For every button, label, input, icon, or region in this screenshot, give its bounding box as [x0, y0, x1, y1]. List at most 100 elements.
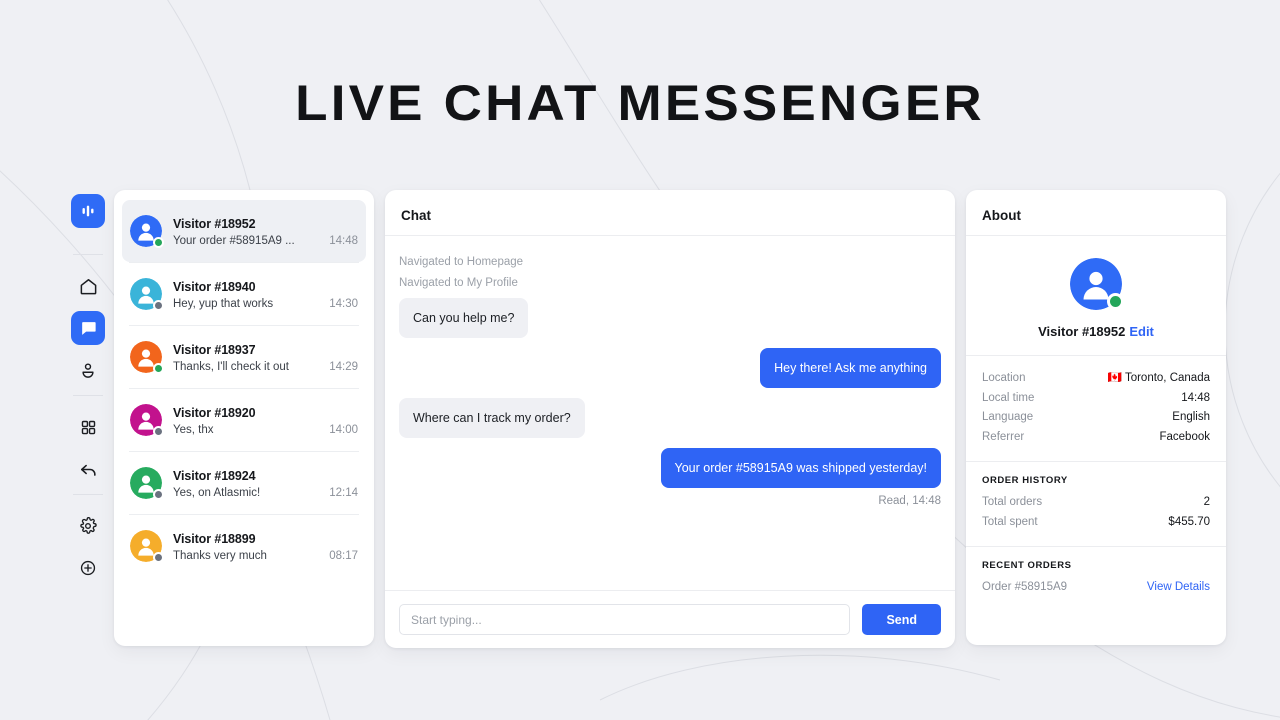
outgoing-message-bubble: Hey there! Ask me anything: [760, 348, 941, 388]
conversation-time: 08:17: [329, 549, 358, 562]
conversation-name: Visitor #18952: [173, 216, 256, 231]
order-id: Order #58915A9: [982, 581, 1068, 593]
country-flag-icon: 🇨🇦: [1107, 372, 1122, 384]
avatar: [130, 404, 164, 437]
person-icon: [82, 363, 94, 378]
message-input[interactable]: [399, 604, 851, 635]
conversation-name: Visitor #18899: [173, 531, 256, 546]
conversation-list-item[interactable]: Visitor #18924 Yes, on Atlasmic! 12:14: [122, 452, 366, 514]
conversation-list-item[interactable]: Visitor #18952 Your order #58915A9 ... 14:…: [122, 200, 366, 262]
rail-divider-bottom: [73, 494, 103, 495]
fact-value: 14:48: [1181, 391, 1210, 404]
outgoing-message-bubble: Your order #58915A9 was shipped yesterda…: [660, 448, 941, 488]
conversation-time: 12:14: [329, 486, 358, 499]
status-indicator-offline: [153, 300, 164, 311]
conversation-name: Visitor #18920: [173, 405, 256, 420]
sidebar-item-settings[interactable]: [71, 509, 105, 543]
sidebar-item-reply[interactable]: [71, 452, 105, 486]
equalizer-bars-icon: [82, 205, 94, 217]
order-stat-row: Total spent $455.70: [982, 513, 1210, 533]
read-receipt: Read, 14:48: [878, 495, 941, 507]
plus-circle-icon: [80, 560, 96, 576]
chat-bubble-icon: [81, 321, 96, 335]
chat-message-row: Your order #58915A9 was shipped yesterda…: [399, 448, 941, 488]
visitor-fact-row: Local time 14:48: [982, 389, 1210, 409]
conversation-time: 14:48: [329, 234, 358, 247]
conversation-list-item[interactable]: Visitor #18899 Thanks very much 08:17: [122, 515, 366, 577]
chat-system-event: Navigated to My Profile: [399, 277, 518, 289]
fact-label: Location: [982, 372, 1026, 384]
conversation-list-panel[interactable]: Visitor #18952 Your order #58915A9 ... 14:…: [114, 190, 374, 646]
conversation-snippet: Thanks very much: [173, 549, 267, 562]
reply-arrow-icon: [80, 464, 96, 476]
status-indicator-online: [153, 237, 164, 248]
visitor-fact-row: Language English: [982, 408, 1210, 428]
order-stat-row: Total orders 2: [982, 493, 1210, 513]
sidebar-item-apps[interactable]: [71, 410, 105, 444]
avatar: [130, 341, 164, 374]
status-indicator-online: [153, 363, 164, 374]
fact-value: 🇨🇦 Toronto, Canada: [1107, 372, 1210, 384]
conversation-snippet: Yes, on Atlasmic!: [173, 486, 261, 499]
recent-orders: Order #58915A9 View Details: [982, 578, 1210, 598]
profile-name: Visitor #18952: [1038, 324, 1126, 339]
about-panel-title: About: [966, 190, 1226, 236]
status-indicator-online: [1107, 293, 1124, 310]
about-panel: About Visitor #18952 Edit Location 🇨🇦 Toron…: [966, 190, 1226, 645]
chat-panel-title: Chat: [385, 190, 955, 236]
stat-value: $455.70: [1168, 515, 1210, 528]
status-indicator-offline: [153, 552, 164, 563]
conversation-name: Visitor #18937: [173, 342, 256, 357]
order-history-title: ORDER HISTORY: [982, 475, 1068, 486]
order-stats: Total orders 2 Total spent $455.70: [982, 493, 1210, 532]
conversation-list: Visitor #18952 Your order #58915A9 ... 14:…: [114, 200, 374, 577]
status-indicator-offline: [153, 489, 164, 500]
chat-message-row: Hey there! Ask me anything: [399, 348, 941, 388]
incoming-message-bubble: Can you help me?: [399, 298, 529, 338]
chat-messages: Can you help me? Hey there! Ask me anythi…: [399, 298, 941, 498]
avatar: [130, 467, 164, 500]
stat-label: Total spent: [982, 515, 1038, 528]
stat-value: 2: [1203, 496, 1210, 508]
chat-composer: Send: [385, 590, 955, 648]
avatar: [130, 530, 164, 563]
grid-apps-icon: [81, 420, 95, 434]
visitor-profile: Visitor #18952 Edit: [966, 236, 1226, 356]
recent-orders-title: RECENT ORDERS: [982, 560, 1072, 571]
chat-message-row: Where can I track my order?: [399, 398, 941, 438]
send-button[interactable]: Send: [862, 604, 941, 635]
sidebar-item-contacts[interactable]: [71, 353, 105, 387]
conversation-name: Visitor #18924: [173, 468, 256, 483]
conversation-snippet: Thanks, I'll check it out: [173, 360, 289, 373]
home-icon: [80, 278, 96, 294]
app-window: Visitor #18952 Your order #58915A9 ... 14:…: [62, 190, 1226, 648]
fact-label: Referrer: [982, 430, 1025, 443]
visitor-facts: Location 🇨🇦 Toronto, Canada Local time 14:48…: [966, 356, 1226, 462]
status-indicator-offline: [153, 426, 164, 437]
gear-icon: [80, 517, 97, 534]
sidebar-item-add[interactable]: [71, 551, 105, 585]
fact-label: Language: [982, 411, 1034, 423]
stat-label: Total orders: [982, 496, 1043, 508]
fact-value: English: [1172, 411, 1210, 423]
conversation-snippet: Hey, yup that works: [173, 297, 274, 310]
view-details-link[interactable]: View Details: [1147, 578, 1210, 598]
edit-link[interactable]: Edit: [1129, 324, 1154, 339]
sidebar-item-chat[interactable]: [71, 311, 105, 345]
conversation-list-item[interactable]: Visitor #18937 Thanks, I'll check it out 1…: [122, 326, 366, 388]
sidebar-item-home[interactable]: [71, 269, 105, 303]
conversation-list-item[interactable]: Visitor #18940 Hey, yup that works 14:30: [122, 263, 366, 325]
visitor-fact-row: Referrer Facebook: [982, 428, 1210, 448]
chat-panel: Chat Navigated to Homepage Navigated to M…: [385, 190, 955, 648]
rail-divider-middle: [73, 395, 103, 396]
chat-system-event: Navigated to Homepage: [399, 256, 524, 268]
sidebar-rail: [62, 190, 114, 593]
recent-order-row: Order #58915A9 View Details: [982, 578, 1210, 598]
conversation-list-item[interactable]: Visitor #18920 Yes, thx 14:00: [122, 389, 366, 451]
rail-divider-top: [73, 254, 103, 255]
avatar: [130, 278, 164, 311]
app-logo[interactable]: [71, 194, 105, 228]
conversation-name: Visitor #18940: [173, 279, 256, 294]
page-title: LIVE CHAT MESSENGER: [295, 75, 985, 131]
avatar: [1070, 258, 1124, 310]
